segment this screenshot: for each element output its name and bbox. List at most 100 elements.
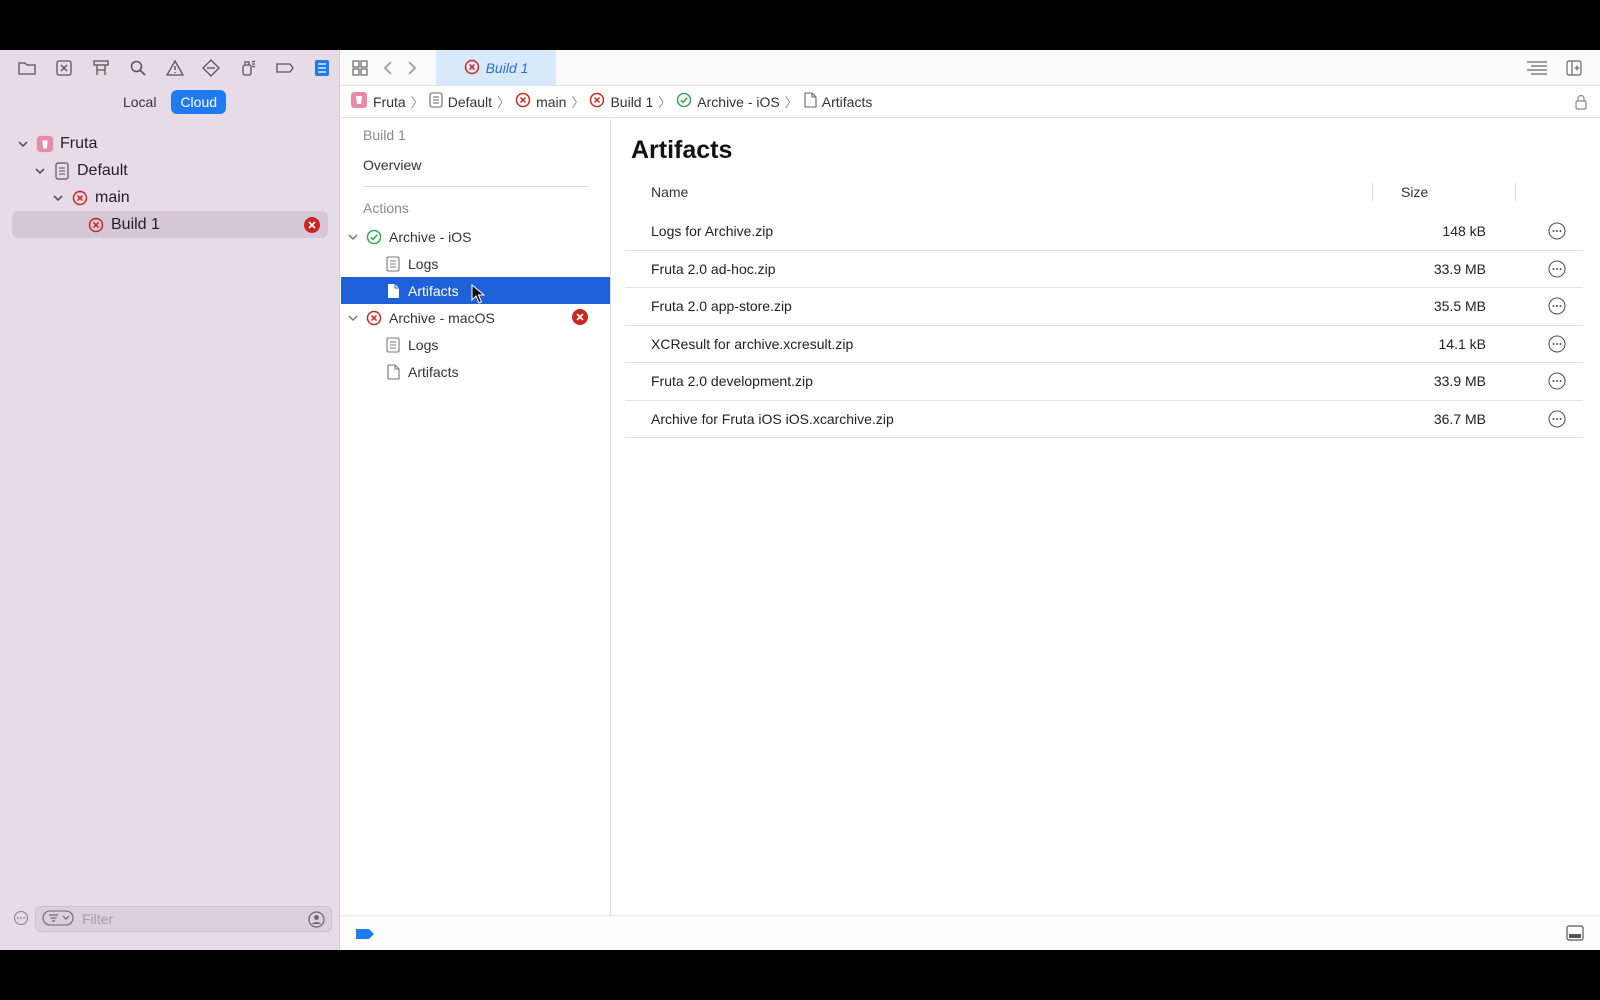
app-icon (36, 135, 54, 153)
tree-item-fruta[interactable]: Fruta (0, 130, 340, 157)
hide-debug-area-icon[interactable] (1566, 924, 1584, 945)
overview-link[interactable]: Overview (341, 150, 610, 180)
table-row[interactable]: XCResult for archive.xcresult.zip 14.1 k… (625, 326, 1583, 363)
table-row[interactable]: Fruta 2.0 development.zip 33.9 MB (625, 363, 1583, 401)
crumb-label: Build 1 (610, 93, 654, 110)
lock-icon[interactable] (1574, 94, 1588, 113)
chevron-right-icon: 〉 (784, 95, 798, 110)
scope-switcher: Local Cloud (0, 88, 340, 116)
column-divider[interactable] (1372, 183, 1373, 201)
filter-options-icon[interactable] (42, 909, 74, 929)
action-ios-logs[interactable]: Logs (341, 250, 610, 277)
artifact-name: Fruta 2.0 ad-hoc.zip (651, 260, 776, 277)
action-archive-macos[interactable]: Archive - macOS (341, 304, 610, 331)
forward-icon[interactable] (402, 58, 422, 78)
column-header-size[interactable]: Size (1401, 184, 1428, 200)
xcode-window: Local Cloud Fruta Default main Build 1 F… (0, 50, 1600, 950)
column-divider[interactable] (1515, 183, 1516, 201)
artifact-size: 14.1 kB (1438, 335, 1486, 352)
more-options-icon[interactable] (1548, 409, 1566, 428)
crumb-archive-ios[interactable]: Archive - iOS (676, 92, 780, 111)
error-badge-icon (572, 309, 588, 328)
action-macos-artifacts[interactable]: Artifacts (341, 358, 610, 385)
error-icon (71, 189, 89, 207)
artifacts-panel: Artifacts Name Size Logs for Archive.zip… (612, 119, 1600, 915)
test-diamond-icon[interactable] (193, 50, 230, 86)
scope-cloud-button[interactable]: Cloud (171, 90, 227, 114)
artifact-size: 36.7 MB (1433, 410, 1486, 427)
source-control-icon[interactable] (46, 50, 83, 86)
more-options-icon[interactable] (1548, 372, 1566, 390)
crumb-label: Default (447, 93, 493, 110)
back-icon[interactable] (378, 58, 398, 78)
action-ios-artifacts[interactable]: Artifacts (341, 277, 610, 304)
more-options-icon[interactable] (1548, 334, 1566, 353)
error-icon (515, 92, 531, 111)
crumb-build-1[interactable]: Build 1 (589, 92, 653, 111)
item-label: Logs (408, 336, 439, 353)
file-icon (803, 92, 817, 111)
chevron-down-icon[interactable] (346, 231, 360, 243)
table-row[interactable]: Fruta 2.0 app-store.zip 35.5 MB (625, 288, 1583, 326)
crumb-label: Fruta (373, 93, 406, 110)
column-header-name[interactable]: Name (651, 184, 688, 200)
editor-area: Build 1 Fruta 〉 Default 〉 main 〉 Build 1… (341, 50, 1600, 950)
error-icon (589, 92, 605, 111)
error-icon (464, 59, 480, 78)
breakpoints-toggle-icon[interactable] (355, 927, 375, 943)
build-tree: Fruta Default main Build 1 (0, 130, 340, 238)
table-row[interactable]: Archive for Fruta iOS iOS.xcarchive.zip … (625, 401, 1583, 438)
chevron-right-icon: 〉 (571, 95, 585, 110)
action-macos-logs[interactable]: Logs (341, 331, 610, 358)
chevron-down-icon[interactable] (346, 312, 360, 324)
tree-item-main[interactable]: main (0, 184, 340, 211)
crumb-label: Archive - iOS (697, 93, 780, 110)
debug-spray-icon[interactable] (230, 50, 267, 86)
scope-local-button[interactable]: Local (114, 90, 165, 114)
chevron-down-icon[interactable] (33, 164, 47, 178)
more-options-icon[interactable] (1548, 222, 1566, 240)
folder-icon[interactable] (9, 50, 46, 86)
document-icon (53, 161, 71, 180)
filter-field (35, 906, 332, 932)
app-icon (350, 91, 368, 112)
grid-icon[interactable] (350, 58, 370, 78)
crumb-main[interactable]: main (515, 92, 566, 111)
build-outline: Build 1 Overview Actions Archive - iOS L… (341, 119, 611, 915)
table-row[interactable]: Fruta 2.0 ad-hoc.zip 33.9 MB (625, 251, 1583, 288)
crumb-default[interactable]: Default (429, 92, 492, 111)
crumb-artifacts[interactable]: Artifacts (803, 92, 872, 111)
more-options-icon[interactable] (1548, 259, 1566, 278)
file-icon (385, 363, 401, 380)
filter-input[interactable] (82, 911, 282, 927)
item-label: Logs (408, 255, 439, 272)
item-label: Artifacts (408, 363, 459, 380)
editor-options-icon[interactable] (1524, 58, 1550, 78)
tree-item-build-1[interactable]: Build 1 (12, 211, 328, 238)
search-icon[interactable] (119, 50, 156, 86)
action-label: Archive - macOS (389, 309, 495, 326)
artifacts-table: Logs for Archive.zip 148 kB Fruta 2.0 ad… (625, 213, 1583, 438)
breakpoint-icon[interactable] (266, 50, 303, 86)
artifact-name: XCResult for archive.xcresult.zip (651, 335, 854, 352)
jump-bar: Fruta 〉 Default 〉 main 〉 Build 1 〉 Archi… (341, 86, 1600, 118)
tab-label: Build 1 (485, 60, 529, 76)
divider (363, 186, 588, 187)
tree-item-label: Build 1 (111, 215, 160, 233)
chevron-down-icon[interactable] (51, 191, 65, 205)
symbol-hierarchy-icon[interactable] (83, 50, 120, 86)
tree-item-default[interactable]: Default (0, 157, 340, 184)
action-archive-ios[interactable]: Archive - iOS (341, 223, 610, 250)
table-row[interactable]: Logs for Archive.zip 148 kB (625, 213, 1583, 251)
add-editor-icon[interactable] (1564, 58, 1584, 78)
person-filter-icon[interactable] (308, 911, 325, 931)
warning-icon[interactable] (156, 50, 193, 86)
artifact-name: Fruta 2.0 development.zip (651, 373, 813, 389)
tab-build-1[interactable]: Build 1 (436, 50, 556, 86)
more-options-icon[interactable] (13, 910, 29, 929)
crumb-fruta[interactable]: Fruta (350, 91, 406, 112)
chevron-down-icon[interactable] (16, 137, 30, 151)
report-icon[interactable] (303, 50, 340, 86)
tree-item-label: Default (77, 161, 128, 179)
more-options-icon[interactable] (1548, 297, 1566, 315)
